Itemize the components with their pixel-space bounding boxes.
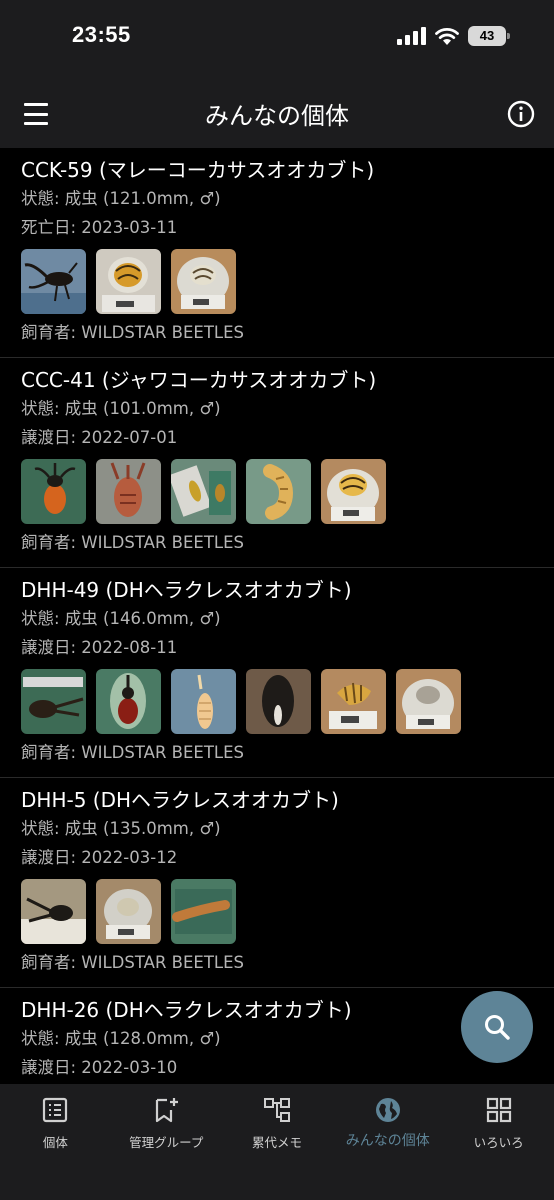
- item-date: 譲渡日: 2022-03-12: [21, 848, 178, 867]
- nav-item-everyone[interactable]: みんなの個体: [332, 1084, 443, 1200]
- list-item[interactable]: CCK-59 (マレーコーカサスオオカブト) 状態: 成虫 (121.0mm, …: [0, 148, 554, 358]
- item-date: 譲渡日: 2022-07-01: [21, 428, 178, 447]
- photo-thumbnail[interactable]: [21, 879, 86, 944]
- nav-item-misc[interactable]: いろいろ: [443, 1084, 554, 1200]
- nav-label: 管理グループ: [129, 1135, 204, 1150]
- bottom-navigation: 個体 管理グループ 累代メモ みんなの個体 いろいろ: [0, 1084, 554, 1200]
- lineage-icon: [263, 1098, 290, 1122]
- item-status: 状態: 成虫 (135.0mm, ♂): [21, 819, 221, 838]
- photo-thumbnail[interactable]: [321, 459, 386, 524]
- status-icons: 43: [397, 26, 510, 46]
- nav-label: みんなの個体: [345, 1133, 430, 1149]
- info-icon[interactable]: [506, 99, 536, 129]
- photo-thumbnail[interactable]: [246, 669, 311, 734]
- photo-thumbnail[interactable]: [96, 459, 161, 524]
- page-title: みんなの個体: [205, 102, 349, 130]
- item-title: CCC-41 (ジャワコーカサスオオカブト): [21, 368, 377, 392]
- nav-label: 累代メモ: [251, 1135, 302, 1150]
- photo-strip: [21, 879, 534, 944]
- photo-thumbnail[interactable]: [96, 879, 161, 944]
- item-status: 状態: 成虫 (128.0mm, ♂): [21, 1029, 221, 1048]
- item-title: DHH-49 (DHヘラクレスオオカブト): [21, 578, 352, 602]
- photo-thumbnail[interactable]: [246, 459, 311, 524]
- list-icon: [43, 1097, 68, 1123]
- globe-icon: [375, 1098, 400, 1122]
- battery-icon: 43: [468, 26, 510, 46]
- cellular-signal-icon: [397, 27, 426, 45]
- item-title: CCK-59 (マレーコーカサスオオカブト): [21, 158, 375, 182]
- photo-thumbnail[interactable]: [21, 249, 86, 314]
- status-bar: 23:55 43: [0, 0, 554, 80]
- item-owner: 飼育者: WILDSTAR BEETLES: [21, 953, 244, 972]
- item-title: DHH-26 (DHヘラクレスオオカブト): [21, 998, 352, 1022]
- nav-item-groups[interactable]: 管理グループ: [111, 1084, 222, 1200]
- bookmark-add-icon: [156, 1098, 179, 1123]
- search-fab-button[interactable]: [461, 991, 533, 1063]
- nav-label: 個体: [42, 1135, 68, 1150]
- item-owner: 飼育者: WILDSTAR BEETLES: [21, 743, 244, 762]
- photo-strip: [21, 249, 534, 314]
- item-date: 死亡日: 2023-03-11: [21, 218, 178, 237]
- photo-strip: [21, 669, 534, 734]
- photo-thumbnail[interactable]: [171, 669, 236, 734]
- photo-thumbnail[interactable]: [96, 669, 161, 734]
- photo-thumbnail[interactable]: [321, 669, 386, 734]
- item-status: 状態: 成虫 (146.0mm, ♂): [21, 609, 221, 628]
- item-date: 譲渡日: 2022-08-11: [21, 638, 178, 657]
- individual-list[interactable]: CCK-59 (マレーコーカサスオオカブト) 状態: 成虫 (121.0mm, …: [0, 148, 554, 1084]
- item-status: 状態: 成虫 (101.0mm, ♂): [21, 399, 221, 418]
- nav-item-lineage[interactable]: 累代メモ: [222, 1084, 333, 1200]
- wifi-icon: [435, 27, 459, 45]
- photo-thumbnail[interactable]: [21, 669, 86, 734]
- grid-icon: [486, 1097, 511, 1123]
- photo-thumbnail[interactable]: [396, 669, 461, 734]
- item-status: 状態: 成虫 (121.0mm, ♂): [21, 189, 221, 208]
- list-item[interactable]: DHH-5 (DHヘラクレスオオカブト) 状態: 成虫 (135.0mm, ♂)…: [0, 778, 554, 988]
- search-icon: [485, 1015, 510, 1040]
- photo-thumbnail[interactable]: [21, 459, 86, 524]
- item-owner: 飼育者: WILDSTAR BEETLES: [21, 533, 244, 552]
- item-title: DHH-5 (DHヘラクレスオオカブト): [21, 788, 339, 812]
- nav-item-individuals[interactable]: 個体: [0, 1084, 111, 1200]
- item-date: 譲渡日: 2022-03-10: [21, 1058, 178, 1077]
- list-item[interactable]: CCC-41 (ジャワコーカサスオオカブト) 状態: 成虫 (101.0mm, …: [0, 358, 554, 568]
- nav-label: いろいろ: [473, 1135, 524, 1150]
- photo-strip: [21, 459, 534, 524]
- photo-thumbnail[interactable]: [96, 249, 161, 314]
- list-item[interactable]: DHH-49 (DHヘラクレスオオカブト) 状態: 成虫 (146.0mm, ♂…: [0, 568, 554, 778]
- photo-thumbnail[interactable]: [171, 249, 236, 314]
- item-owner: 飼育者: WILDSTAR BEETLES: [21, 323, 244, 342]
- status-time: 23:55: [72, 22, 131, 47]
- photo-thumbnail[interactable]: [171, 879, 236, 944]
- app-bar: みんなの個体: [0, 80, 554, 148]
- photo-thumbnail[interactable]: [171, 459, 236, 524]
